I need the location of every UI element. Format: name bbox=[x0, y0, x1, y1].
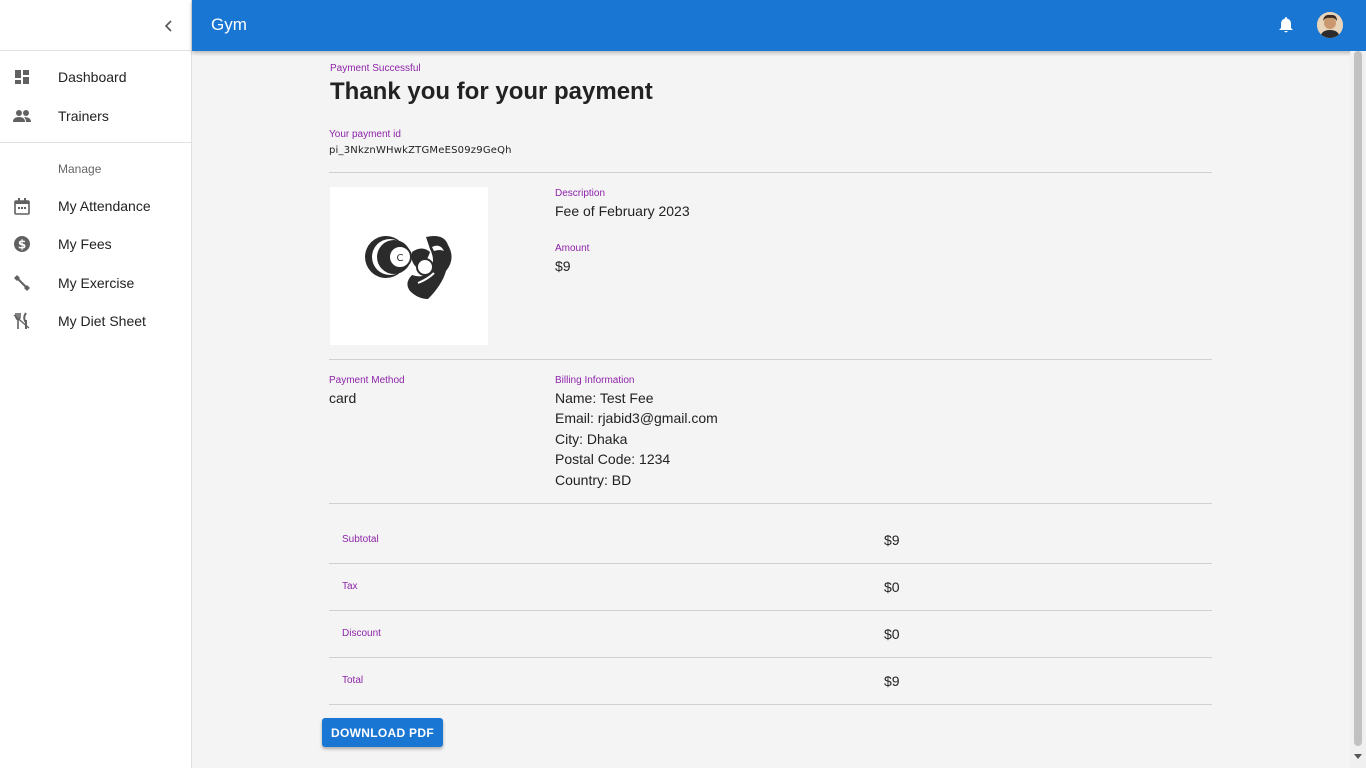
sidebar-divider bbox=[0, 142, 191, 143]
row-divider bbox=[329, 704, 1212, 705]
sidebar-item-label: My Diet Sheet bbox=[58, 313, 146, 329]
subtotal-label: Subtotal bbox=[342, 534, 379, 545]
svg-text:$: $ bbox=[18, 238, 26, 252]
page-title: Thank you for your payment bbox=[330, 78, 653, 105]
sidebar-item-fees[interactable]: $ My Fees bbox=[0, 225, 191, 263]
sidebar-item-exercise[interactable]: My Exercise bbox=[0, 264, 191, 302]
payment-status-label: Payment Successful bbox=[330, 63, 421, 74]
collapse-sidebar-button[interactable] bbox=[158, 15, 180, 37]
fitness-icon bbox=[12, 273, 32, 293]
total-label: Total bbox=[342, 675, 364, 686]
restaurant-icon bbox=[12, 311, 32, 331]
tax-label: Tax bbox=[342, 581, 358, 592]
amount-label: Amount bbox=[555, 243, 590, 254]
sidebar-item-label: My Attendance bbox=[58, 198, 151, 214]
row-divider bbox=[329, 657, 1212, 658]
billing-email: Email: rjabid3@gmail.com bbox=[555, 410, 718, 426]
product-image: C bbox=[330, 187, 488, 345]
payment-method-value: card bbox=[329, 390, 357, 406]
sidebar-item-diet-sheet[interactable]: My Diet Sheet bbox=[0, 302, 191, 340]
svg-text:C: C bbox=[397, 253, 404, 264]
discount-label: Discount bbox=[342, 628, 381, 639]
people-icon bbox=[12, 106, 32, 126]
billing-country: Country: BD bbox=[555, 472, 632, 488]
tax-value: $0 bbox=[884, 579, 900, 595]
billing-info-label: Billing Information bbox=[555, 375, 635, 386]
subtotal-value: $9 bbox=[884, 532, 900, 548]
row-divider bbox=[329, 563, 1212, 564]
amount-value: $9 bbox=[555, 258, 571, 274]
download-pdf-button[interactable]: DOWNLOAD PDF bbox=[322, 718, 443, 747]
section-label-manage: Manage bbox=[58, 162, 102, 176]
description-label: Description bbox=[555, 188, 606, 199]
user-avatar-icon bbox=[1317, 12, 1343, 38]
billing-postal-code: Postal Code: 1234 bbox=[555, 451, 671, 467]
payment-id-label: Your payment id bbox=[329, 129, 401, 140]
app-bar: Gym bbox=[192, 0, 1366, 51]
bell-icon bbox=[1279, 17, 1293, 33]
sidebar-item-label: Trainers bbox=[58, 108, 109, 124]
sidebar-item-label: My Exercise bbox=[58, 275, 135, 291]
avatar[interactable] bbox=[1317, 12, 1343, 38]
dollar-circle-icon: $ bbox=[12, 234, 32, 254]
description-value: Fee of February 2023 bbox=[555, 203, 690, 219]
billing-name: Name: Test Fee bbox=[555, 390, 654, 406]
payment-method-label: Payment Method bbox=[329, 375, 405, 386]
sidebar: Dashboard Trainers Manage My Attendance … bbox=[0, 0, 192, 768]
sidebar-item-label: My Fees bbox=[58, 236, 112, 252]
section-divider bbox=[329, 172, 1212, 173]
billing-city: City: Dhaka bbox=[555, 431, 628, 447]
scroll-down-arrow-icon[interactable] bbox=[1354, 754, 1362, 759]
sidebar-item-label: Dashboard bbox=[58, 69, 127, 85]
section-divider bbox=[329, 359, 1212, 360]
gym-dumbbell-logo-icon: C bbox=[365, 236, 452, 299]
total-value: $9 bbox=[884, 673, 900, 689]
section-divider bbox=[329, 503, 1212, 504]
chevron-left-icon bbox=[164, 20, 172, 32]
payment-id-value: pi_3NkznWHwkZTGMeES09z9GeQh bbox=[329, 145, 512, 156]
sidebar-item-trainers[interactable]: Trainers bbox=[0, 97, 191, 135]
scrollbar-thumb[interactable] bbox=[1354, 51, 1362, 746]
page-scrollbar[interactable] bbox=[1350, 51, 1366, 768]
sidebar-item-attendance[interactable]: My Attendance bbox=[0, 187, 191, 225]
dashboard-icon bbox=[12, 67, 32, 87]
sidebar-item-dashboard[interactable]: Dashboard bbox=[0, 58, 191, 96]
app-title: Gym bbox=[211, 15, 247, 34]
calendar-icon bbox=[12, 196, 32, 216]
notifications-button[interactable] bbox=[1277, 16, 1295, 34]
sidebar-header bbox=[0, 0, 191, 51]
row-divider bbox=[329, 610, 1212, 611]
discount-value: $0 bbox=[884, 626, 900, 642]
